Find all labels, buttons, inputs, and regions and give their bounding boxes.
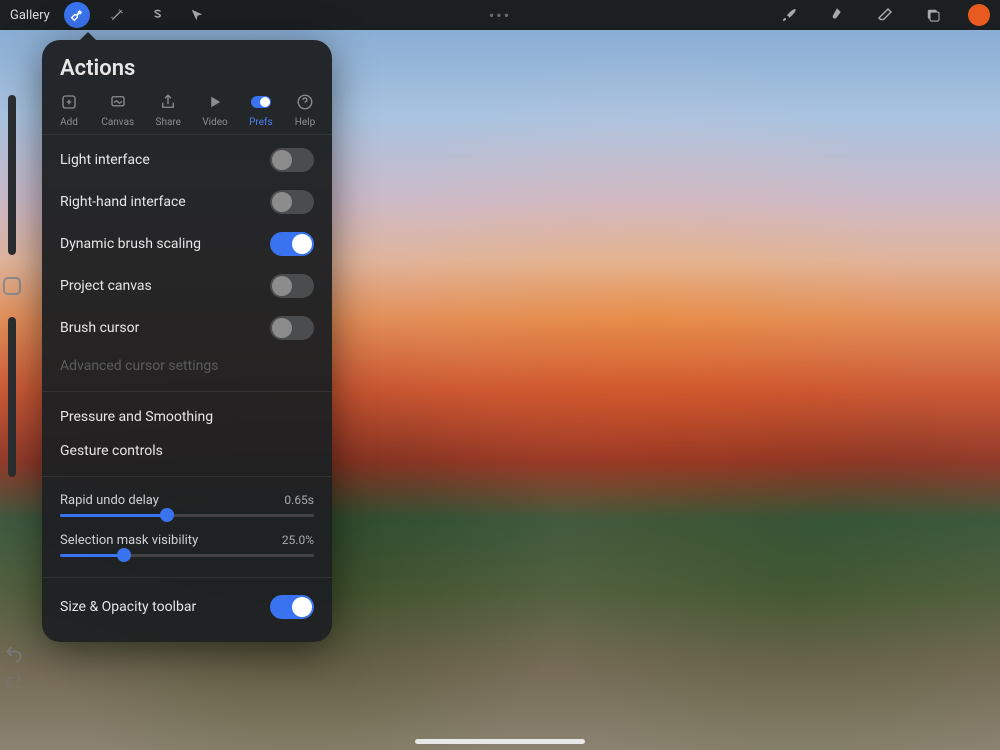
brush-cursor-toggle[interactable] [270,316,314,340]
right-hand-toggle[interactable] [270,190,314,214]
video-play-icon [204,91,226,113]
gesture-controls-row[interactable]: Gesture controls [42,434,332,468]
color-swatch[interactable] [968,4,990,26]
smudge-icon[interactable] [824,2,850,28]
tab-label: Video [202,117,227,128]
tab-label: Share [156,117,181,128]
layers-icon[interactable] [920,2,946,28]
tab-video[interactable]: Video [202,91,227,128]
prefs-toggle-icon [250,91,272,113]
tab-label: Help [295,117,315,128]
tab-label: Add [60,117,78,128]
tab-label: Prefs [249,117,273,128]
modifier-button[interactable] [3,277,21,295]
divider [42,476,332,477]
divider [42,577,332,578]
move-cursor-icon[interactable] [184,2,210,28]
divider [42,391,332,392]
help-icon [294,91,316,113]
row-label: Brush cursor [60,320,139,336]
add-icon [58,91,80,113]
eraser-icon[interactable] [872,2,898,28]
brush-icon[interactable] [776,2,802,28]
actions-tabstrip: Add Canvas Share Video Prefs Help [42,91,332,135]
slider-label: Selection mask visibility [60,533,198,548]
rapid-undo-slider-row: Rapid undo delay 0.65s [42,485,332,519]
row-label: Right-hand interface [60,194,186,210]
dynamic-brush-toggle[interactable] [270,232,314,256]
light-interface-row[interactable]: Light interface [42,139,332,181]
size-opacity-toggle[interactable] [270,595,314,619]
share-icon [157,91,179,113]
project-canvas-toggle[interactable] [270,274,314,298]
popover-title: Actions [42,40,332,91]
tab-prefs[interactable]: Prefs [249,91,273,128]
undo-icon[interactable] [4,644,24,664]
slider-value: 0.65s [284,493,314,508]
row-label: Light interface [60,152,150,168]
gallery-button[interactable]: Gallery [10,8,50,23]
actions-popover: Actions Add Canvas Share Video Prefs Hel… [42,40,332,642]
row-label: Pressure and Smoothing [60,409,213,425]
brush-size-slider[interactable] [8,95,16,255]
row-label: Size & Opacity toolbar [60,599,196,615]
dynamic-brush-row[interactable]: Dynamic brush scaling [42,223,332,265]
slider-label: Rapid undo delay [60,493,159,508]
canvas-icon [107,91,129,113]
tab-label: Canvas [101,117,134,128]
mask-visibility-slider-row: Selection mask visibility 25.0% [42,519,332,559]
wrench-icon[interactable] [64,2,90,28]
overflow-menu-icon[interactable]: ••• [489,6,511,25]
magic-wand-icon[interactable] [104,2,130,28]
light-interface-toggle[interactable] [270,148,314,172]
row-label: Advanced cursor settings [60,358,218,374]
brush-cursor-row[interactable]: Brush cursor [42,307,332,349]
row-label: Gesture controls [60,443,163,459]
tab-canvas[interactable]: Canvas [101,91,134,128]
side-toolbar [0,95,24,477]
pressure-smoothing-row[interactable]: Pressure and Smoothing [42,400,332,434]
tab-add[interactable]: Add [58,91,80,128]
opacity-slider[interactable] [8,317,16,477]
slider-value: 25.0% [282,533,314,548]
top-toolbar: Gallery ••• [0,0,1000,30]
selection-s-icon[interactable] [144,2,170,28]
project-canvas-row[interactable]: Project canvas [42,265,332,307]
mask-visibility-slider[interactable] [60,554,314,557]
right-hand-row[interactable]: Right-hand interface [42,181,332,223]
rapid-undo-slider[interactable] [60,514,314,517]
redo-icon[interactable] [4,670,24,690]
advanced-cursor-row: Advanced cursor settings [42,349,332,383]
tab-share[interactable]: Share [156,91,181,128]
home-indicator[interactable] [415,739,585,744]
size-opacity-toolbar-row[interactable]: Size & Opacity toolbar [42,586,332,628]
row-label: Project canvas [60,278,152,294]
row-label: Dynamic brush scaling [60,236,201,252]
tab-help[interactable]: Help [294,91,316,128]
